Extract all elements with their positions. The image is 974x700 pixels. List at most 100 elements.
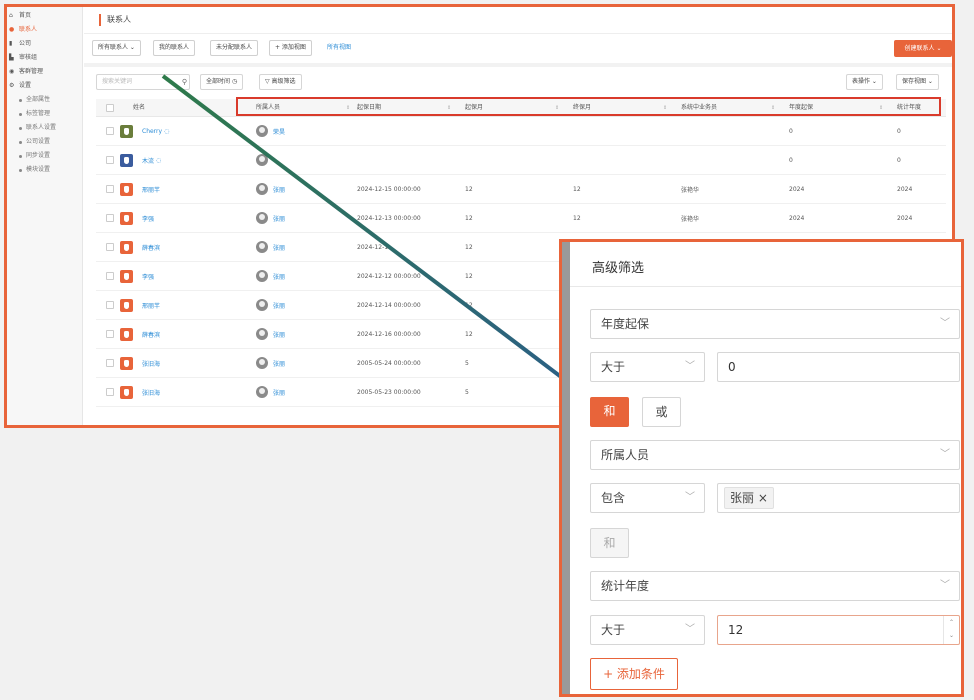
row-checkbox[interactable] [106,330,114,338]
contact-avatar [120,124,133,138]
contact-name-link[interactable]: 薛春滨 [142,243,160,252]
and-button[interactable]: 和 [590,397,629,427]
contact-name-link[interactable]: 张旧海 [142,388,160,397]
row-checkbox[interactable] [106,301,114,309]
chat-icon[interactable]: ◌ [164,128,169,135]
owner-name-link[interactable]: 张丽 [273,330,285,339]
select-all-checkbox[interactable] [106,103,114,112]
op2-select[interactable]: 包含 ﹀ [590,483,705,513]
cell-start-date: 2024-12-15 00:00:00 [357,185,421,193]
op1-select[interactable]: 大于 ﹀ [590,352,705,382]
save-view-button[interactable]: 保存视图 ⌄ [896,74,939,90]
value2-tag-input[interactable]: 张丽 × [717,483,960,513]
close-icon[interactable]: × [758,491,768,505]
sidebar-item-label: 公司 [19,40,32,47]
column-header[interactable]: 姓名 [133,99,145,117]
contact-avatar [120,153,133,167]
view-my-contacts-button[interactable]: 我的联系人 [153,40,196,56]
create-contact-button[interactable]: 创建联系人 ⌄ [894,40,952,57]
owner-name-link[interactable]: 张丽 [273,243,285,252]
contact-avatar [120,298,133,312]
row-checkbox[interactable] [106,214,114,222]
contact-name-link[interactable]: 薛春滨 [142,330,160,339]
cell-start-month: 12 [465,243,473,251]
cell-annual-start: 2024 [789,214,805,222]
add-condition-button[interactable]: + 添加条件 [590,658,678,690]
number-spinner[interactable]: ⌃ ⌄ [943,616,959,644]
table-row[interactable]: Cherry ◌ 荣昊 0 0 [96,117,946,146]
settings-sub-item[interactable]: 联系人设置 [7,121,82,135]
advanced-filter-button[interactable]: ▽ 高级筛选 [259,74,302,90]
settings-sub-item[interactable]: 全部属性 [7,93,82,107]
settings-sub-item[interactable]: 模块设置 [7,163,82,177]
field1-select[interactable]: 年度起保 ﹀ [590,309,960,339]
contact-name-link[interactable]: 邢丽芊 [142,185,160,194]
contact-name-link[interactable]: Cherry [142,128,162,135]
cell-start-month: 5 [465,388,469,396]
row-checkbox[interactable] [106,185,114,193]
search-input[interactable]: 搜索关键词 [96,74,190,90]
field3-select[interactable]: 统计年度 ﹀ [590,571,960,601]
chat-icon[interactable]: ◌ [156,157,161,164]
table-ops-button[interactable]: 表操作 ⌄ [846,74,883,90]
sidebar-item-0[interactable]: ⌂ 首页 [7,9,82,23]
owner-name-link[interactable]: 张丽 [273,185,285,194]
cell-stat-year: 0 [897,127,901,135]
table-row[interactable]: 李强 张丽 2024-12-13 00:00:00 12 12 张艳华 2024 2024 [96,204,946,233]
sidebar-item-5[interactable]: ⚙ 设置 [7,79,82,93]
contact-avatar [120,182,133,196]
sidebar-item-label: 设置 [19,82,32,89]
chevron-down-icon: ﹀ [940,580,950,591]
view-unassigned-button[interactable]: 未分配联系人 [210,40,259,56]
cell-agent: 张艳华 [681,186,700,194]
op3-select[interactable]: 大于 ﹀ [590,615,705,645]
view-all-contacts-button[interactable]: 所有联系人 ⌄ [92,40,141,56]
row-checkbox[interactable] [106,156,114,164]
contact-name-link[interactable]: 张旧海 [142,359,160,368]
sidebar-item-label: 客群管理 [19,68,44,75]
or-button[interactable]: 或 [642,397,681,427]
cell-stat-year: 2024 [897,214,913,222]
sidebar-item-2[interactable]: ▮ 公司 [7,37,82,51]
sidebar-item-1[interactable]: ● 联系人 [7,23,82,37]
settings-sub-item[interactable]: 公司设置 [7,135,82,149]
time-filter-button[interactable]: 全部时间 ◷ [200,74,244,90]
row-checkbox[interactable] [106,359,114,367]
spin-up-icon[interactable]: ⌃ [944,616,959,629]
settings-sub-item[interactable]: 标签管理 [7,107,82,121]
settings-sub-item[interactable]: 同步设置 [7,149,82,163]
cell-start-month: 12 [465,214,473,222]
contact-avatar [120,269,133,283]
search-icon[interactable]: ⚲ [177,74,192,90]
row-checkbox[interactable] [106,243,114,251]
spin-down-icon[interactable]: ⌄ [944,629,959,642]
contact-name-link[interactable]: 邢丽芊 [142,301,160,310]
cell-start-date: 2005-05-23 00:00:00 [357,388,421,396]
value3-number-input[interactable]: 12 ⌃ ⌄ [717,615,960,645]
row-checkbox[interactable] [106,127,114,135]
sidebar-item-3[interactable]: ▙ 审核组 [7,51,82,65]
row-checkbox[interactable] [106,272,114,280]
owner-name-link[interactable]: 张丽 [273,388,285,397]
value1-input[interactable]: 0 [717,352,960,382]
contact-avatar [120,385,133,399]
all-views-link[interactable]: 所有视图 [327,40,351,56]
owner-name-link[interactable]: 荣昊 [273,127,285,136]
owner-avatar [256,328,268,340]
sidebar: ⌂ 首页 ● 联系人 ▮ 公司 ▙ 审核组 ◉ 客群管理 ⚙ 设置 全部属性 标签管理 联系人设置 公司设置同… [7,7,83,425]
field2-select[interactable]: 所属人员 ﹀ [590,440,960,470]
contact-name-link[interactable]: 李强 [142,272,154,281]
add-view-button[interactable]: + 添加视图 [269,40,312,56]
table-row[interactable]: 邢丽芊 张丽 2024-12-15 00:00:00 12 12 张艳华 2024 2024 [96,175,946,204]
owner-name-link[interactable]: 张丽 [273,359,285,368]
owner-name-link[interactable]: 张丽 [273,272,285,281]
owner-name-link[interactable]: 张丽 [273,301,285,310]
gear-icon: ⚙ [9,82,15,89]
sidebar-item-4[interactable]: ◉ 客群管理 [7,65,82,79]
contact-name-link[interactable]: 木流 [142,156,154,165]
chevron-down-icon: ﹀ [685,361,695,372]
contact-name-link[interactable]: 李强 [142,214,154,223]
table-row[interactable]: 木流 ◌ 0 0 [96,146,946,175]
row-checkbox[interactable] [106,388,114,396]
owner-name-link[interactable]: 张丽 [273,214,285,223]
